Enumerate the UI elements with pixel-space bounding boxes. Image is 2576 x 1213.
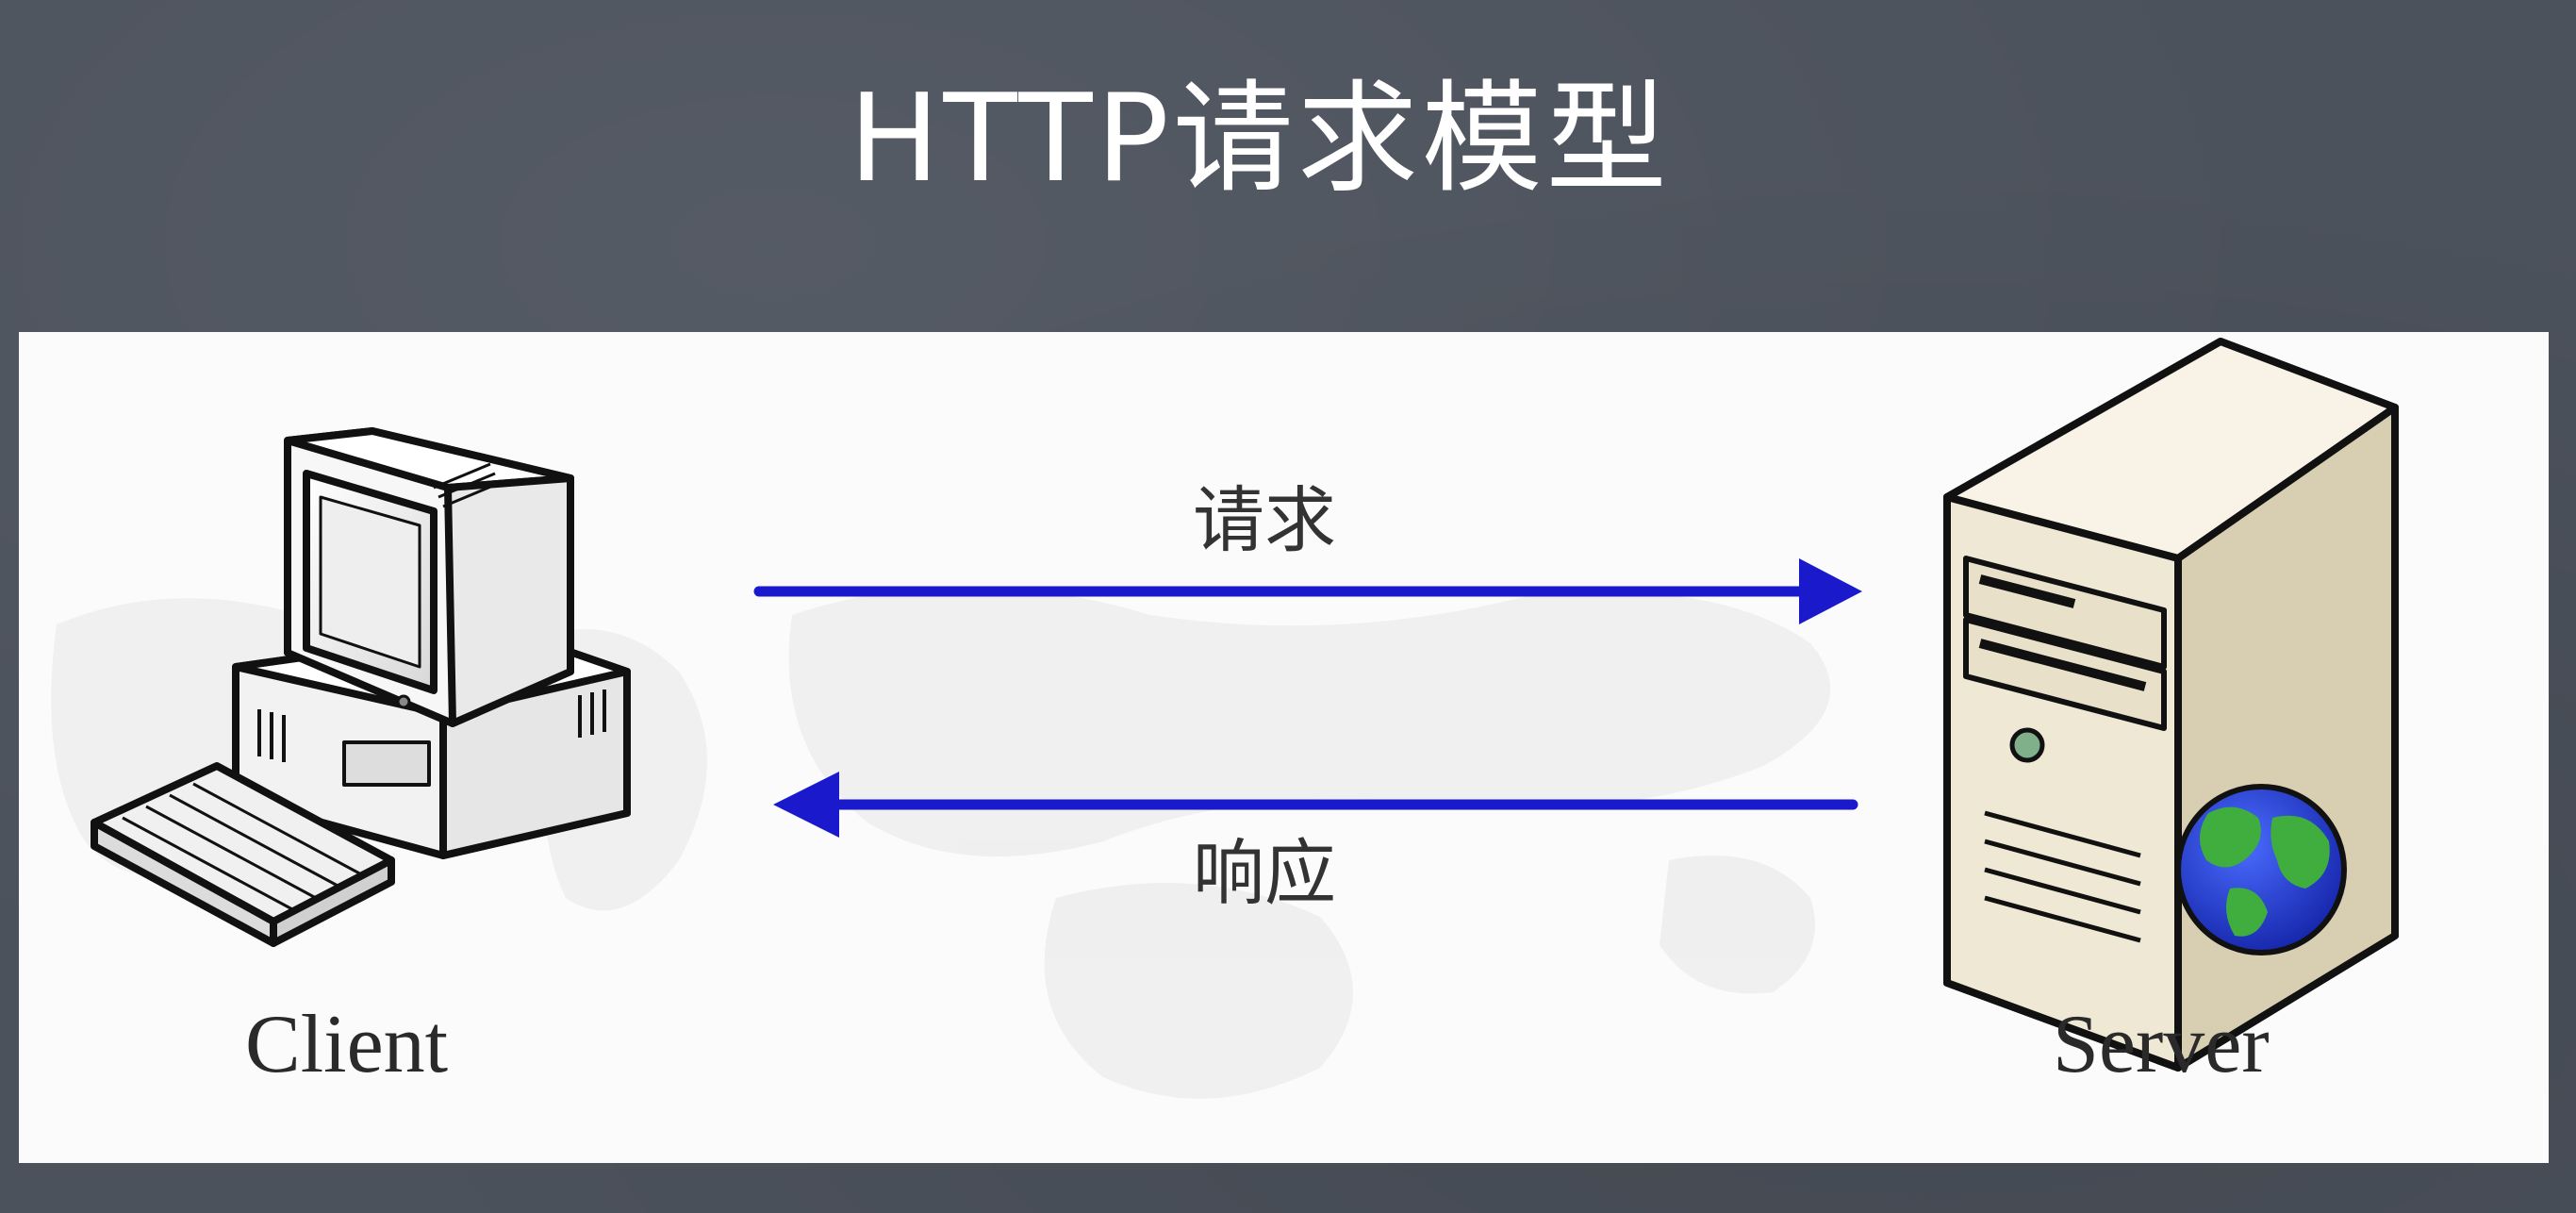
slide-title: HTTP请求模型	[849, 69, 1671, 209]
server-tower-icon	[1943, 338, 2399, 1072]
globe-icon	[2175, 784, 2347, 955]
request-label: 请求	[1193, 478, 1336, 562]
diagram-panel: 请求 响应 Client Server	[19, 332, 2549, 1163]
server-label: Server	[2053, 999, 2270, 1090]
response-label: 响应	[1193, 831, 1336, 915]
client-label: Client	[245, 999, 449, 1090]
